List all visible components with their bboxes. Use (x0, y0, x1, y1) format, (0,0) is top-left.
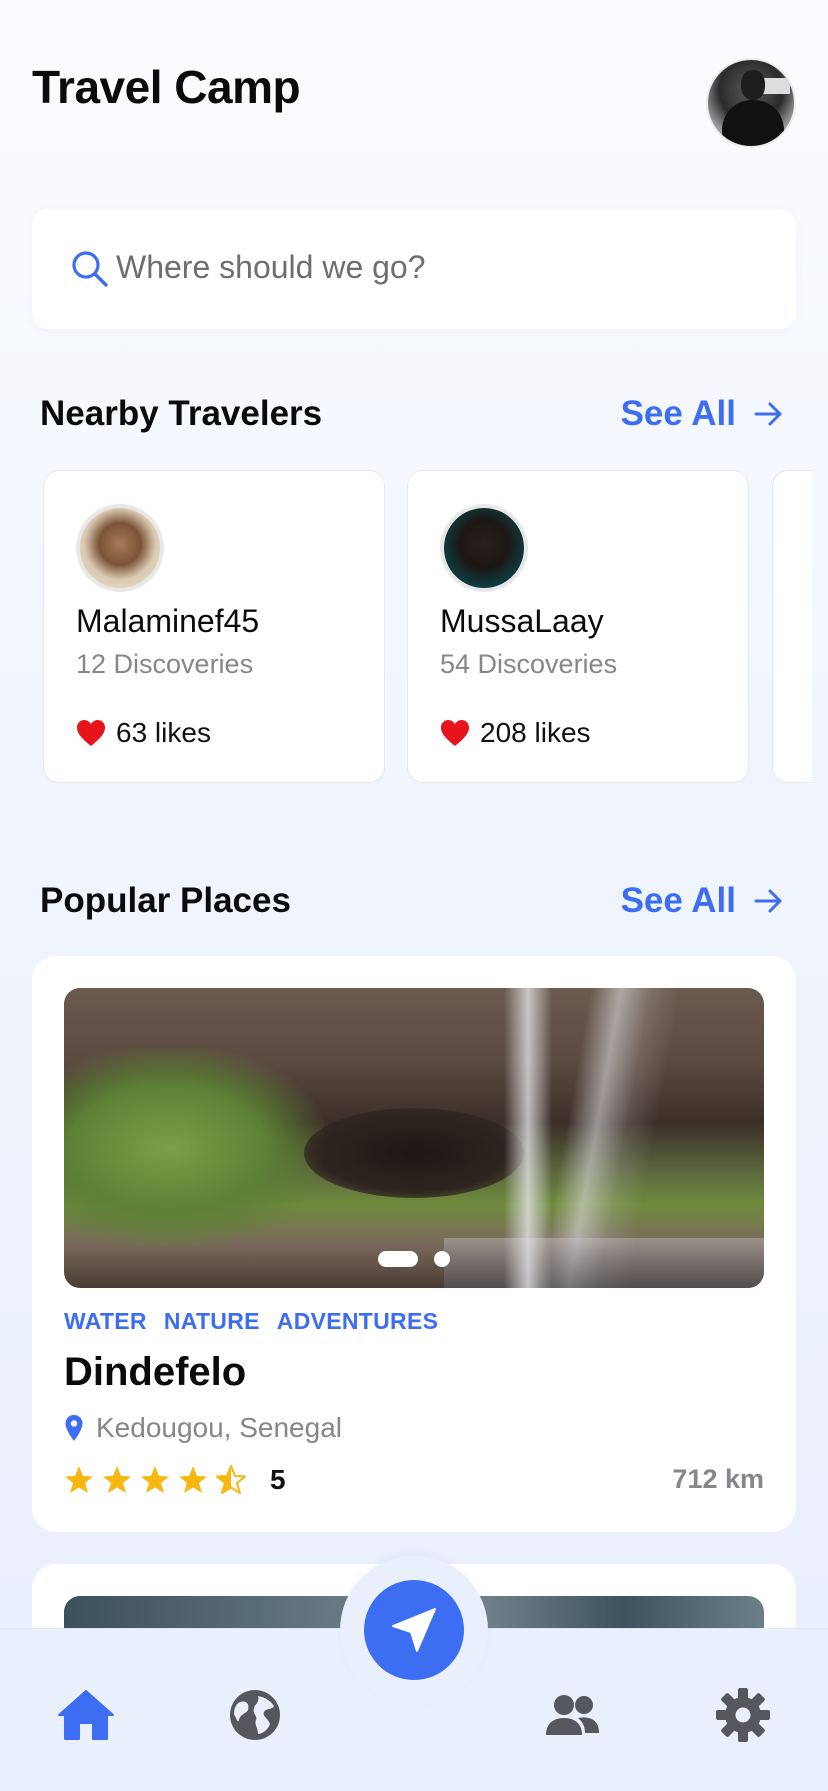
place-rating: 5 (64, 1464, 286, 1496)
nearby-see-all-link[interactable]: See All (621, 394, 784, 434)
globe-icon (230, 1690, 280, 1740)
star-full-icon (179, 1466, 207, 1493)
tag[interactable]: NATURE (164, 1308, 260, 1335)
see-all-label: See All (620, 881, 736, 920)
location-text: Kedougou, Senegal (96, 1412, 342, 1443)
rating-value: 5 (270, 1464, 286, 1495)
tab-settings[interactable] (713, 1685, 773, 1745)
star-full-icon (141, 1466, 169, 1493)
location-pin-icon (65, 1415, 83, 1441)
traveler-card[interactable]: MussaLaay 54 Discoveries 208 likes (407, 470, 749, 783)
place-card[interactable]: WATER NATURE ADVENTURES Dindefelo Kedoug… (32, 956, 796, 1532)
traveler-avatar (440, 504, 528, 592)
profile-avatar[interactable] (706, 58, 796, 148)
heart-icon (441, 720, 469, 746)
likes-count: 208 likes (480, 717, 591, 748)
tab-home[interactable] (56, 1685, 116, 1745)
home-icon (58, 1690, 114, 1740)
users-icon (546, 1695, 599, 1735)
place-location: Kedougou, Senegal (64, 1412, 342, 1444)
carousel-dot-active[interactable] (378, 1251, 418, 1267)
popular-see-all-link[interactable]: See All (621, 881, 784, 921)
traveler-name: Malaminef45 (76, 603, 260, 639)
likes-count: 63 likes (116, 717, 211, 748)
arrow-right-icon (754, 889, 782, 913)
carousel-dot[interactable] (434, 1251, 450, 1267)
traveler-discoveries: 12 Discoveries (76, 649, 254, 679)
traveler-card-peek[interactable] (772, 470, 812, 783)
navigate-button[interactable] (364, 1580, 464, 1680)
tag[interactable]: ADVENTURES (277, 1308, 438, 1335)
tab-explore[interactable] (225, 1685, 285, 1745)
heart-icon (77, 720, 105, 746)
place-tags: WATER NATURE ADVENTURES (64, 1308, 438, 1335)
avatar-face (741, 70, 765, 100)
traveler-avatar (76, 504, 164, 592)
photo-waterfall (504, 988, 552, 1288)
search-input[interactable]: Where should we go? (116, 249, 426, 286)
page-title: Travel Camp (32, 61, 301, 113)
place-name: Dindefelo (64, 1350, 247, 1394)
header: Travel Camp (32, 58, 796, 148)
popular-places-title: Popular Places (40, 881, 291, 920)
place-photo[interactable] (64, 988, 764, 1288)
gear-icon (716, 1688, 770, 1742)
star-half-icon (216, 1465, 246, 1494)
star-full-icon (65, 1466, 93, 1493)
search-bar[interactable]: Where should we go? (32, 209, 796, 329)
place-distance: 712 km (672, 1464, 764, 1494)
traveler-likes: 208 likes (440, 717, 591, 749)
photo-vegetation (64, 1048, 324, 1248)
navigation-icon (392, 1608, 436, 1652)
nearby-travelers-title: Nearby Travelers (40, 394, 323, 433)
avatar-body (722, 100, 784, 146)
tab-community[interactable] (542, 1685, 602, 1745)
tag[interactable]: WATER (64, 1308, 147, 1335)
traveler-card[interactable]: Malaminef45 12 Discoveries 63 likes (43, 470, 385, 783)
traveler-name: MussaLaay (440, 603, 604, 639)
photo-cave (304, 1108, 524, 1198)
see-all-label: See All (620, 394, 736, 433)
carousel-dots[interactable] (64, 1251, 764, 1267)
traveler-likes: 63 likes (76, 717, 211, 749)
traveler-discoveries: 54 Discoveries (440, 649, 618, 679)
search-icon (72, 251, 108, 287)
star-full-icon (103, 1466, 131, 1493)
arrow-right-icon (754, 402, 782, 426)
